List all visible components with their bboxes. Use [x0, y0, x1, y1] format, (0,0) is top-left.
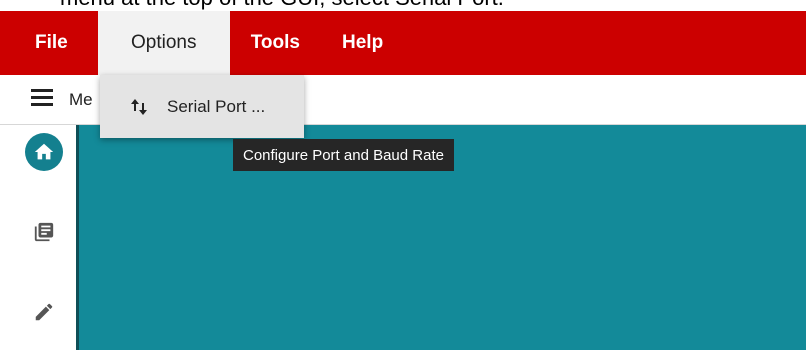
- menu-options[interactable]: Options: [97, 11, 230, 75]
- pencil-icon[interactable]: [33, 301, 55, 323]
- library-books-icon[interactable]: [33, 221, 55, 243]
- tooltip: Configure Port and Baud Rate: [233, 139, 454, 171]
- options-dropdown-menu: Serial Port ...: [100, 75, 304, 138]
- hamburger-menu-icon[interactable]: [31, 89, 53, 107]
- serial-port-label: Serial Port ...: [167, 96, 266, 116]
- serial-port-menu-item[interactable]: Serial Port ...: [100, 75, 304, 138]
- sidebar: [0, 125, 79, 350]
- sort-arrows-icon: [131, 98, 147, 115]
- instruction-text: menu at the top of the GUI, select Seria…: [0, 0, 806, 11]
- menu-file[interactable]: File: [0, 11, 98, 75]
- menu-tools[interactable]: Tools: [230, 11, 321, 75]
- menu-bar: File Options Tools Help: [0, 11, 806, 75]
- menu-help[interactable]: Help: [321, 11, 404, 75]
- home-icon: [34, 143, 54, 160]
- home-button[interactable]: [25, 133, 63, 171]
- toolbar-label: Me: [69, 90, 93, 109]
